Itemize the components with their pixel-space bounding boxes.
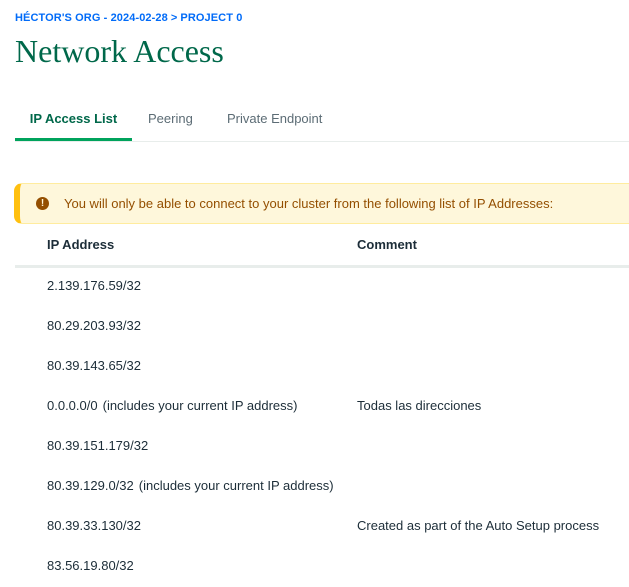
- breadcrumb-project[interactable]: PROJECT 0: [180, 12, 242, 24]
- comment-cell: Todas las direcciones: [357, 398, 482, 413]
- ip-access-table-body: 2.139.176.59/32 80.29.203.93/32 80.39.14…: [15, 266, 629, 586]
- current-ip-note: (includes your current IP address): [102, 398, 298, 413]
- ip-address: 80.39.151.179/32: [47, 438, 149, 453]
- column-header-ip-address[interactable]: IP Address: [47, 237, 114, 252]
- page-title: Network Access: [15, 33, 224, 69]
- table-row: 2.139.176.59/32: [15, 266, 629, 306]
- table-row: 0.0.0.0/0 (includes your current IP addre…: [15, 386, 629, 426]
- table-row: 80.39.143.65/32: [15, 346, 629, 386]
- current-ip-note: (includes your current IP address): [138, 478, 334, 493]
- ip-address: 2.139.176.59/32: [47, 278, 141, 293]
- tab-ip-access-list[interactable]: IP Access List: [15, 100, 132, 141]
- warning-circle-icon: !: [36, 197, 49, 210]
- tab-bar: IP Access List Peering Private Endpoint: [15, 100, 629, 142]
- column-header-comment[interactable]: Comment: [357, 237, 417, 252]
- table-row: 80.39.129.0/32 (includes your current IP …: [15, 466, 629, 506]
- breadcrumb: HÉCTOR'S ORG - 2024-02-28 > PROJECT 0: [15, 12, 242, 24]
- table-row: 83.56.19.80/32: [15, 546, 629, 586]
- network-access-page: HÉCTOR'S ORG - 2024-02-28 > PROJECT 0 Netw…: [0, 0, 629, 587]
- ip-address-cell: 80.39.151.179/32: [47, 438, 148, 453]
- table-row: 80.39.151.179/32: [15, 426, 629, 466]
- ip-address-cell: 80.39.143.65/32: [47, 358, 141, 373]
- comment-cell: Created as part of the Auto Setup proces…: [357, 518, 600, 533]
- table-header: IP Address Comment: [15, 225, 629, 268]
- ip-address: 80.39.129.0/32: [47, 478, 134, 493]
- ip-address-cell: 80.39.33.130/32: [47, 518, 141, 533]
- warning-banner-text: You will only be able to connect to your…: [64, 196, 554, 211]
- ip-address-cell: 0.0.0.0/0 (includes your current IP addre…: [47, 398, 297, 413]
- ip-address-cell: 83.56.19.80/32: [47, 558, 134, 573]
- ip-address: 80.39.143.65/32: [47, 358, 141, 373]
- table-row: 80.39.33.130/32 Created as part of the A…: [15, 506, 629, 546]
- ip-address: 0.0.0.0/0: [47, 398, 98, 413]
- breadcrumb-separator: >: [170, 12, 178, 24]
- ip-address-cell: 80.39.129.0/32 (includes your current IP …: [47, 478, 334, 493]
- tab-private-endpoint[interactable]: Private Endpoint: [227, 100, 322, 138]
- warning-banner: ! You will only be able to connect to yo…: [14, 183, 629, 224]
- breadcrumb-org[interactable]: HÉCTOR'S ORG - 2024-02-28: [15, 12, 168, 24]
- tab-peering[interactable]: Peering: [148, 100, 193, 138]
- ip-address-cell: 80.29.203.93/32: [47, 318, 141, 333]
- table-row: 80.29.203.93/32: [15, 306, 629, 346]
- ip-address-cell: 2.139.176.59/32: [47, 278, 141, 293]
- ip-address: 80.29.203.93/32: [47, 318, 141, 333]
- ip-address: 83.56.19.80/32: [47, 558, 134, 573]
- ip-address: 80.39.33.130/32: [47, 518, 141, 533]
